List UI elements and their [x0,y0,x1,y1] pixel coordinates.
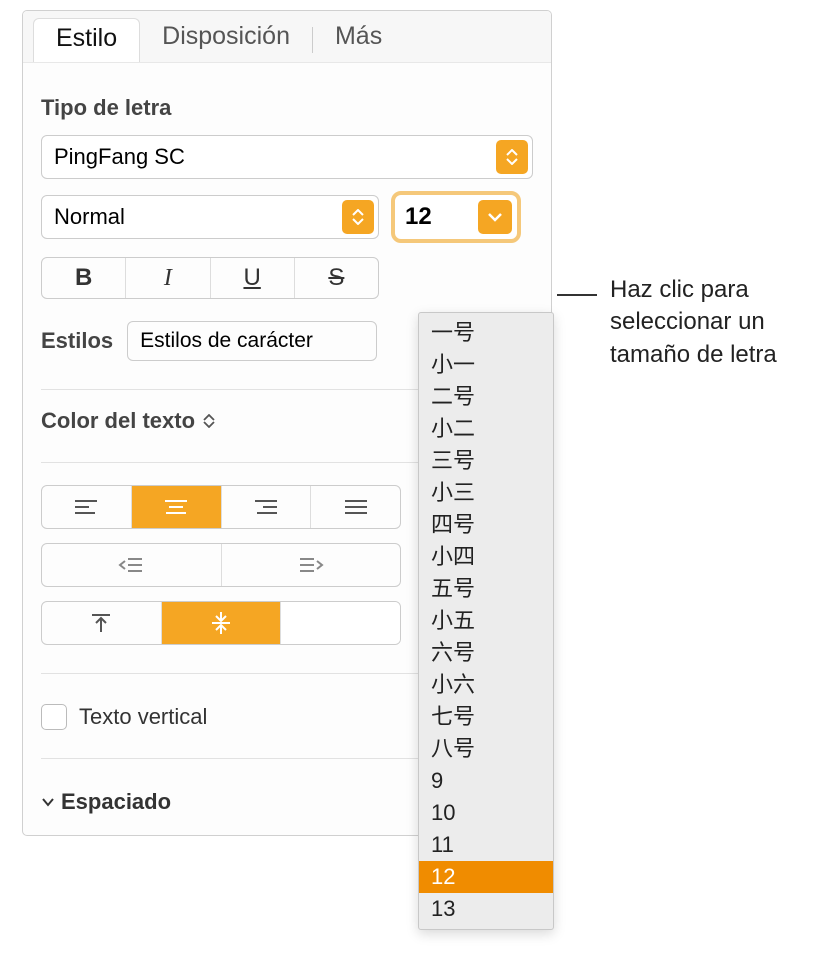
text-color-label: Color del texto [41,408,195,434]
italic-button[interactable]: I [126,258,210,298]
size-menu-item[interactable]: 小五 [419,605,553,637]
size-menu-item[interactable]: 9 [419,765,553,797]
size-menu-item[interactable]: 七号 [419,701,553,733]
chevron-updown-icon [203,414,215,428]
callout-text: Haz clic para seleccionar un tamaño de l… [610,274,835,371]
size-menu-item[interactable]: 一号 [419,317,553,349]
tab-layout[interactable]: Disposición [140,17,312,63]
size-menu-item[interactable]: 小四 [419,541,553,573]
indent-group [41,543,401,587]
indent-button[interactable] [222,544,401,586]
font-weight-select[interactable]: Normal [41,195,379,239]
character-styles-select[interactable]: Estilos de carácter [127,321,377,361]
vertical-text-label: Texto vertical [79,704,207,730]
font-family-value: PingFang SC [54,144,185,170]
align-right-button[interactable] [222,486,312,528]
valign-middle-button[interactable] [162,602,282,644]
font-weight-value: Normal [54,204,125,230]
chevron-down-icon [41,795,55,809]
vertical-align-group [41,601,401,645]
underline-button[interactable]: U [211,258,295,298]
valign-top-button[interactable] [42,602,162,644]
styles-label: Estilos [41,328,113,354]
tabs: Estilo Disposición Más [23,11,551,63]
tab-style[interactable]: Estilo [33,18,140,62]
size-menu-item[interactable]: 小一 [419,349,553,381]
character-styles-value: Estilos de carácter [140,329,313,353]
font-family-select[interactable]: PingFang SC [41,135,533,179]
size-menu-item[interactable]: 二号 [419,381,553,413]
tab-more[interactable]: Más [313,17,404,63]
horizontal-align-group [41,485,401,529]
size-menu-item[interactable]: 八号 [419,733,553,765]
chevron-down-icon[interactable] [478,200,512,234]
size-menu-item[interactable]: 小六 [419,669,553,701]
bold-button[interactable]: B [42,258,126,298]
text-format-buttons: B I U S [41,257,379,299]
size-menu-item[interactable]: 五号 [419,573,553,605]
align-left-button[interactable] [42,486,132,528]
spacing-label: Espaciado [61,789,171,815]
chevron-updown-icon [496,140,528,174]
size-menu-item[interactable]: 三号 [419,445,553,477]
size-menu-item[interactable]: 13 [419,893,553,925]
vertical-text-checkbox[interactable] [41,704,67,730]
strikethrough-button[interactable]: S [295,258,378,298]
valign-bottom-button[interactable] [281,602,400,644]
size-menu-item[interactable]: 10 [419,797,553,829]
font-size-value[interactable]: 12 [395,203,478,231]
font-size-menu[interactable]: 一号小一二号小二三号小三四号小四五号小五六号小六七号八号910111213 [418,312,554,930]
size-menu-item[interactable]: 小三 [419,477,553,509]
align-justify-button[interactable] [311,486,400,528]
size-menu-item[interactable]: 六号 [419,637,553,669]
outdent-button[interactable] [42,544,222,586]
font-size-field[interactable]: 12 [391,191,521,243]
font-section-label: Tipo de letra [41,95,533,121]
align-center-button[interactable] [132,486,222,528]
size-menu-item[interactable]: 四号 [419,509,553,541]
size-menu-item[interactable]: 12 [419,861,553,893]
chevron-updown-icon [342,200,374,234]
size-menu-item[interactable]: 小二 [419,413,553,445]
size-menu-item[interactable]: 11 [419,829,553,861]
callout-leader [557,294,597,296]
